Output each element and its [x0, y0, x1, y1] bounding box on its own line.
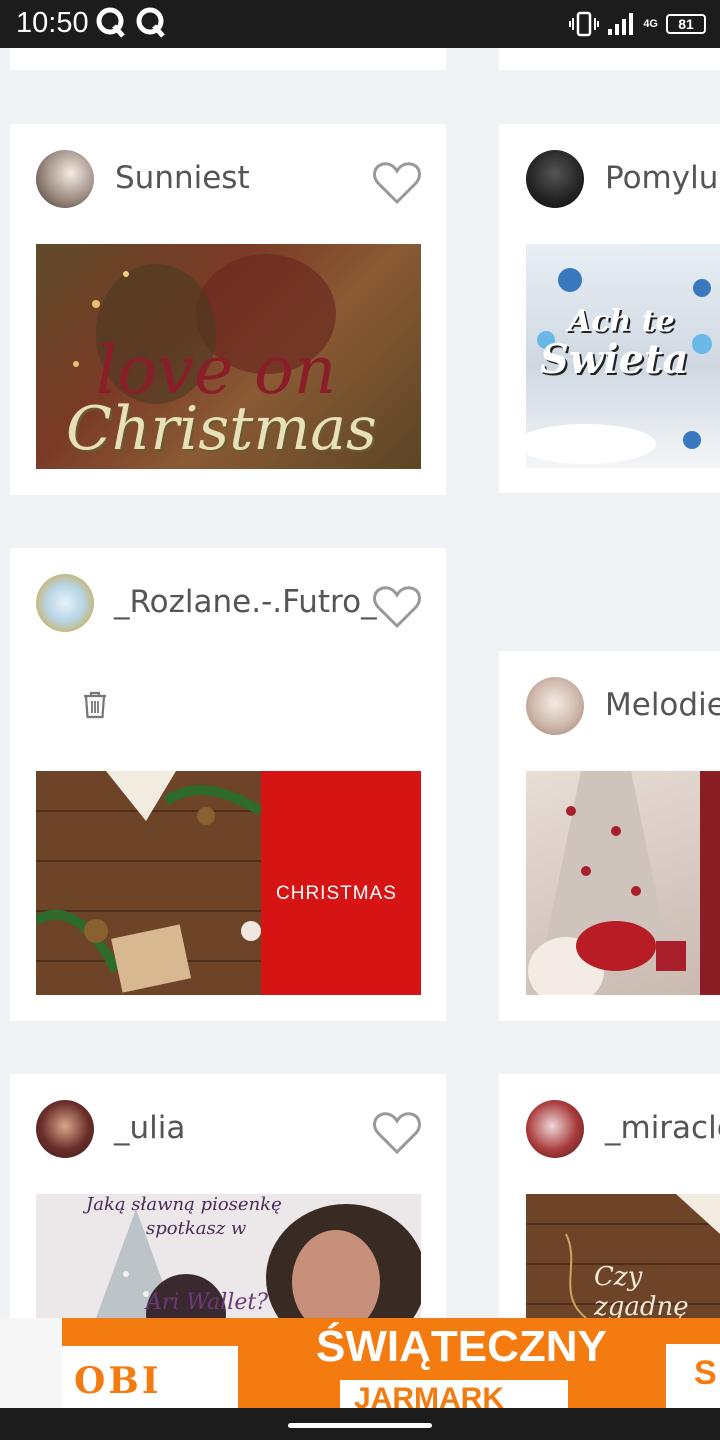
username[interactable]: Sunniest [115, 160, 250, 196]
signal-icon [608, 13, 634, 35]
story-cover[interactable]: Czy zgadnę [526, 1194, 720, 1318]
story-card[interactable]: Melodie [499, 651, 720, 1021]
story-cover[interactable]: CHRISTMAS [36, 771, 421, 995]
ad-headline: ŚWIĄTECZNY [316, 1322, 607, 1371]
avatar[interactable] [526, 150, 584, 208]
story-cover[interactable]: love on Christmas [36, 244, 421, 469]
notification-q-icon [136, 7, 165, 38]
username[interactable]: _ulia [114, 1110, 185, 1146]
username[interactable]: _miracle [605, 1110, 720, 1146]
avatar[interactable] [36, 574, 94, 632]
username[interactable]: Pomylun [605, 160, 720, 196]
trash-icon[interactable] [82, 691, 108, 719]
battery-icon: 81 [666, 14, 706, 34]
ad-logo: OBI [74, 1360, 162, 1402]
username[interactable]: _Rozlane.-.Futro_ [114, 584, 377, 620]
notification-q-icon [96, 7, 125, 38]
story-cover[interactable]: Jaką sławną piosenkę spotkasz w Ari Wall… [36, 1194, 421, 1318]
avatar[interactable] [36, 150, 94, 208]
cover-art [528, 771, 720, 995]
status-bar: 10:50 4G 81 [0, 0, 720, 48]
story-cover[interactable] [526, 771, 720, 995]
story-cover[interactable]: Ach te Swieta [526, 244, 720, 468]
ad-subline: JARMARK [354, 1382, 504, 1408]
cover-subtitle: Swieta [540, 336, 689, 383]
vibrate-icon [569, 11, 600, 37]
cover-title: Jaką sławną piosenkę [86, 1194, 282, 1215]
story-card[interactable]: _Rozlane.-.Futro_ CHRISTMAS [10, 548, 446, 1021]
username[interactable]: Melodie [605, 687, 720, 723]
story-card-partial[interactable] [499, 48, 720, 70]
cover-title: Czy zgadnę [594, 1262, 689, 1318]
status-time: 10:50 [16, 7, 89, 39]
ad-banner[interactable]: OBI ŚWIĄTECZNY JARMARK S [0, 1318, 720, 1408]
story-card-partial[interactable] [10, 48, 446, 70]
avatar[interactable] [526, 677, 584, 735]
cover-caption: Ari Wallet? [146, 1290, 268, 1315]
story-card[interactable]: _miracle Czy zgadnę [499, 1074, 720, 1318]
ad-edge-text: S [694, 1354, 717, 1392]
network-type: 4G [643, 17, 658, 30]
navigation-bar [0, 1408, 720, 1440]
avatar[interactable] [526, 1100, 584, 1158]
cover-title: CHRISTMAS [276, 883, 397, 904]
story-card[interactable]: Sunniest love on Christmas [10, 124, 446, 495]
home-gesture-handle[interactable] [288, 1423, 432, 1428]
battery-level: 81 [678, 16, 694, 32]
cover-subtitle: spotkasz w [146, 1218, 247, 1239]
cover-subtitle: Christmas [66, 394, 377, 464]
heart-icon[interactable] [372, 160, 422, 206]
heart-icon[interactable] [372, 1110, 422, 1156]
story-card[interactable]: Pomylun Ach te Swieta [499, 124, 720, 493]
heart-icon[interactable] [372, 584, 422, 630]
avatar[interactable] [36, 1100, 94, 1158]
cover-title: Ach te [568, 304, 675, 339]
story-card[interactable]: _ulia Jaką sławną piosenkę spotkasz w Ar… [10, 1074, 446, 1318]
